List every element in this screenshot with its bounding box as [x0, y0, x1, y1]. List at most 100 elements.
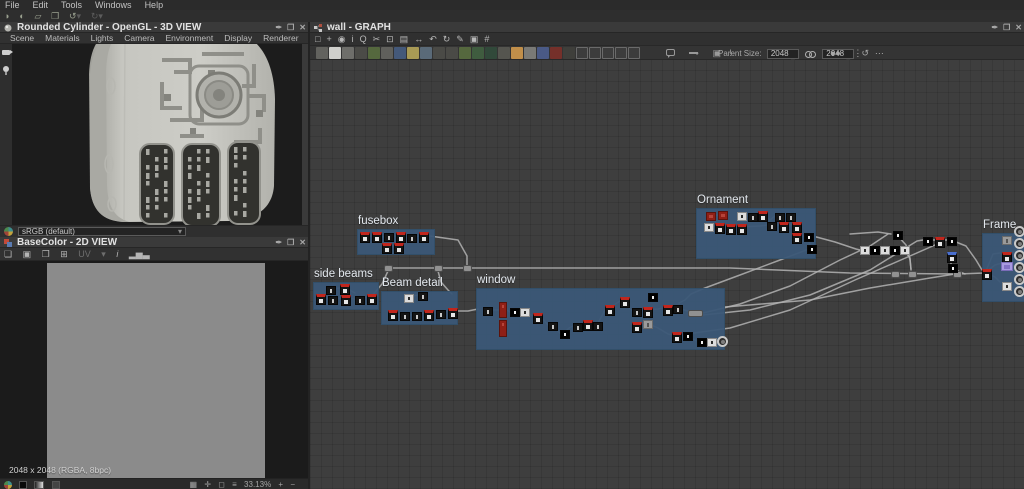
- uv-select[interactable]: UV ▾: [78, 248, 106, 261]
- graph-node[interactable]: [340, 284, 350, 295]
- node-type-icon-18[interactable]: [537, 47, 549, 59]
- open-folder-icon[interactable]: ▱: [34, 10, 41, 22]
- graph-node[interactable]: [804, 233, 814, 242]
- graph-node[interactable]: [384, 233, 394, 242]
- graph-node[interactable]: [648, 293, 658, 302]
- node-type-icon-12[interactable]: [459, 47, 471, 59]
- float-icon[interactable]: ❐: [287, 22, 294, 33]
- panel-3d-header[interactable]: Rounded Cylinder - OpenGL - 3D VIEW ✒❐✕: [0, 22, 308, 33]
- graph-node[interactable]: [748, 213, 758, 222]
- graph-node[interactable]: [412, 312, 422, 321]
- node-type-icon-7[interactable]: [394, 47, 406, 59]
- tab-camera[interactable]: Camera: [124, 33, 154, 44]
- node-type-icon-16[interactable]: [511, 47, 523, 59]
- graph-node[interactable]: [404, 294, 414, 303]
- graph-node[interactable]: [499, 302, 507, 318]
- graph-tool-icon-q[interactable]: Q: [360, 33, 367, 46]
- pin-icon[interactable]: ✒: [991, 22, 998, 33]
- node-type-icon-5[interactable]: [368, 47, 380, 59]
- colorspace-select[interactable]: sRGB (default) ▾: [18, 227, 186, 236]
- graph-node[interactable]: [355, 296, 365, 305]
- node-type-icon-24[interactable]: [615, 47, 627, 59]
- graph-node[interactable]: [448, 308, 458, 319]
- graph-tool-icon--[interactable]: ↔: [414, 33, 423, 46]
- graph-node[interactable]: [758, 211, 768, 222]
- graph-node[interactable]: [948, 264, 958, 273]
- node-type-icon-3[interactable]: [342, 47, 354, 59]
- graph-tool-icon-i[interactable]: i: [352, 33, 354, 46]
- graph-node[interactable]: [860, 246, 870, 255]
- node-type-icon-20[interactable]: [563, 47, 575, 59]
- menu-item-edit[interactable]: Edit: [33, 0, 49, 10]
- float-icon[interactable]: ❐: [287, 237, 294, 248]
- graph-node[interactable]: [890, 246, 900, 255]
- graph-node[interactable]: [683, 332, 693, 341]
- graph-node[interactable]: [935, 237, 945, 248]
- graph-node[interactable]: [792, 222, 802, 233]
- graph-node[interactable]: [583, 320, 593, 331]
- graph-tool-icon--[interactable]: ◉: [338, 33, 346, 46]
- graph-node[interactable]: [1014, 274, 1024, 285]
- parent-size-select[interactable]: 2048▾: [767, 49, 799, 59]
- undo-icon[interactable]: ↺▾: [69, 10, 81, 22]
- graph-node[interactable]: [1014, 286, 1024, 297]
- graph-node[interactable]: [520, 308, 530, 317]
- redo-icon[interactable]: ↻▾: [91, 10, 103, 22]
- graph-node[interactable]: [704, 223, 714, 232]
- zoom-in-icon[interactable]: +: [278, 479, 283, 489]
- graph-node[interactable]: [1001, 262, 1013, 271]
- graph-node[interactable]: [947, 237, 957, 246]
- close-icon[interactable]: ✕: [1015, 22, 1022, 33]
- graph-node[interactable]: [737, 224, 747, 235]
- graph-tool-icon--[interactable]: ▤: [400, 33, 409, 46]
- graph-node[interactable]: [717, 336, 728, 347]
- graph-node[interactable]: [718, 211, 728, 220]
- graph-node[interactable]: [767, 222, 777, 231]
- close-icon[interactable]: ✕: [299, 237, 306, 248]
- menu-item-windows[interactable]: Windows: [95, 0, 132, 10]
- graph-node[interactable]: [663, 305, 673, 316]
- dot-node[interactable]: [688, 310, 703, 317]
- graph-node[interactable]: [419, 232, 429, 243]
- tab-renderer[interactable]: Renderer: [263, 33, 298, 44]
- graph-node[interactable]: [328, 296, 338, 305]
- graph-node[interactable]: [394, 243, 404, 254]
- graph-node[interactable]: [1014, 226, 1024, 237]
- graph-node[interactable]: [620, 297, 630, 308]
- copy-image-icon[interactable]: ❐: [42, 248, 50, 261]
- graph-tool-icon--[interactable]: ⊡: [386, 33, 394, 46]
- graph-node[interactable]: [632, 308, 642, 317]
- dot-node[interactable]: [908, 271, 917, 278]
- graph-node[interactable]: [360, 232, 370, 243]
- 2d-viewport[interactable]: 2048 x 2048 (RGBA, 8bpc): [0, 261, 308, 489]
- graph-node[interactable]: [893, 231, 903, 240]
- fit-icon[interactable]: ✛: [204, 479, 211, 489]
- tab-lights[interactable]: Lights: [91, 33, 114, 44]
- panel-2d-header[interactable]: BaseColor - 2D VIEW ✒❐✕: [0, 237, 308, 248]
- pin-icon[interactable]: ✒: [275, 22, 282, 33]
- graph-tool-icon--[interactable]: ✎: [456, 33, 464, 46]
- graph-node[interactable]: [573, 323, 583, 332]
- dot-node[interactable]: [384, 265, 393, 272]
- grid-icon[interactable]: ▦: [190, 479, 198, 489]
- 3d-viewport[interactable]: [0, 44, 308, 225]
- menu-item-file[interactable]: File: [5, 0, 20, 10]
- graph-node[interactable]: [715, 223, 725, 234]
- graph-node[interactable]: [1014, 262, 1024, 273]
- menu-item-help[interactable]: Help: [145, 0, 164, 10]
- graph-header[interactable]: wall - GRAPH ✒❐✕: [310, 22, 1024, 33]
- dot-node[interactable]: [891, 271, 900, 278]
- more-options-icon[interactable]: ⋮: [853, 48, 862, 58]
- graph-node[interactable]: [707, 338, 717, 347]
- graph-node[interactable]: [900, 246, 910, 255]
- graph-node[interactable]: [372, 232, 382, 243]
- graph-node[interactable]: [510, 308, 520, 317]
- graph-node[interactable]: [706, 212, 716, 221]
- link-graph-icon[interactable]: ⊞: [60, 248, 68, 261]
- graph-node[interactable]: [548, 322, 558, 331]
- graph-node[interactable]: [779, 222, 789, 233]
- graph-node[interactable]: [643, 320, 653, 329]
- graph-node[interactable]: [316, 294, 326, 305]
- zoom-out-icon[interactable]: −: [290, 479, 295, 489]
- graph-node[interactable]: [737, 212, 747, 221]
